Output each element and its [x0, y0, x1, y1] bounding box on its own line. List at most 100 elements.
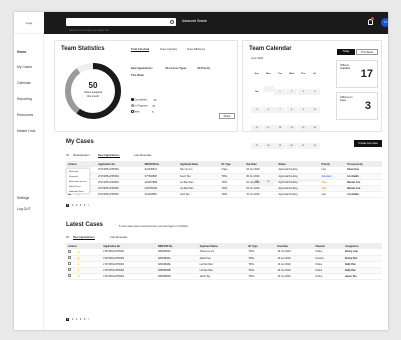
search-icon[interactable] — [170, 19, 174, 24]
page-link[interactable]: 1 — [66, 204, 70, 207]
page-link[interactable]: 2 — [72, 318, 73, 321]
table-row[interactable]: ⚡ LT9746HLLPP0081 S2123456C Jack Tan TDVL 15 … — [66, 191, 382, 198]
calendar-day[interactable]: 11 — [251, 125, 263, 131]
calendar-day[interactable]: 13 — [274, 125, 286, 131]
sidebar-item-reporting[interactable]: Reporting — [17, 97, 32, 101]
avatar[interactable]: LT — [381, 18, 388, 27]
sidebar-item-logout[interactable]: Log OUT — [17, 207, 31, 211]
calendar-day[interactable]: 22 — [309, 143, 321, 149]
today-button[interactable]: Today — [337, 49, 355, 55]
calendar-weekday: Tue — [274, 71, 286, 77]
page-link[interactable]: 3 — [76, 318, 77, 321]
calendar-day[interactable]: 8 — [286, 107, 298, 113]
calendar-day[interactable]: 20 — [286, 143, 298, 149]
search-input[interactable] — [66, 26, 176, 34]
calendar-day[interactable]: 21 — [297, 143, 309, 149]
tab-team-efficiency[interactable]: Team Efficiency — [187, 48, 205, 51]
page-link[interactable]: 3 — [76, 204, 77, 207]
tab-total-caseload[interactable]: Total Caseload — [131, 48, 150, 52]
calendar-day[interactable]: 2 — [286, 89, 298, 95]
latest-tab-all[interactable]: All — [66, 236, 69, 239]
calendar-month: June 2020 — [251, 57, 264, 60]
calendar-day[interactable]: 5 — [251, 107, 263, 113]
page-link[interactable]: 2 — [72, 204, 73, 207]
page-link[interactable]: > — [88, 204, 90, 207]
calendar-day[interactable]: 3 — [297, 89, 309, 95]
latest-tab-new-applications[interactable]: New Applications — [73, 236, 95, 240]
table-cell: TDVL — [246, 273, 276, 280]
tab-late-renewals[interactable]: Late Renewals — [134, 154, 151, 157]
lightning-icon[interactable]: ⚡ — [77, 251, 80, 254]
table-cell: Jaslin Tay — [197, 273, 247, 280]
row-checkbox[interactable] — [68, 249, 71, 253]
row-checkbox[interactable] — [68, 274, 71, 277]
table-row[interactable]: ⚡ LT9746HLLPP0081 S8686868D Jaslin Tay TDVL 1… — [66, 273, 382, 280]
calendar-day[interactable]: 7 — [274, 107, 286, 113]
sidebar-item-my-cases[interactable]: My Cases — [17, 65, 32, 69]
tab-team-capacity[interactable]: Team Capacity — [160, 48, 177, 51]
page-link[interactable]: 5 — [84, 318, 85, 321]
actions-menu-item[interactable]: Individual Docs — [69, 190, 87, 195]
sidebar-item-home[interactable]: Home — [17, 50, 26, 54]
officers-available-box: Officers available 17 — [336, 60, 378, 88]
filter-application-type[interactable]: New Applications — [131, 67, 153, 70]
lightning-icon[interactable]: ⚡ — [77, 269, 80, 272]
tab-redesignation[interactable]: Redesignation — [73, 154, 90, 157]
calendar-day[interactable]: 10 — [309, 107, 321, 113]
table-cell[interactable]: ⚡ — [66, 273, 102, 280]
calendar-day[interactable]: 4 — [309, 89, 321, 95]
table-cell: TDVL — [219, 191, 245, 198]
row-checkbox[interactable] — [68, 262, 71, 265]
this-week-button[interactable]: This Week — [356, 49, 378, 55]
app-frame: Logo Home My Cases Calendar Reporting Re… — [14, 12, 388, 330]
lightning-icon[interactable]: ⚡ — [77, 263, 80, 266]
lightning-icon[interactable]: ⚡ — [77, 275, 80, 278]
row-checkbox[interactable] — [68, 268, 71, 271]
table-cell: LT9746HLLPP0081 — [101, 273, 156, 280]
calendar-day[interactable]: 19 — [274, 143, 286, 149]
calendar-day[interactable]: 12 — [262, 125, 274, 131]
page-link[interactable]: 5 — [84, 204, 85, 207]
calendar-day[interactable]: 15 — [297, 125, 309, 131]
calendar-day[interactable]: 14 — [286, 125, 298, 131]
page-link[interactable]: 4 — [80, 204, 81, 207]
officers-available-value: 17 — [360, 68, 373, 80]
my-cases-pagination: 1 2 3 4 5 > — [66, 204, 92, 207]
calendar-day[interactable]: 6 — [262, 107, 274, 113]
search-bar[interactable] — [66, 18, 176, 34]
calendar-day[interactable]: 16 — [309, 125, 321, 131]
filter-license-type[interactable]: All License Types — [165, 67, 187, 70]
team-statistics-card: Team Statistics Total Caseload Team Capa… — [54, 40, 238, 132]
tab-all[interactable]: All — [66, 154, 69, 157]
table-cell: Lim Huilin — [345, 191, 382, 198]
filter-period[interactable]: This Week — [131, 74, 144, 77]
table-cell: Online — [313, 273, 343, 280]
officers-on-leave-value: 3 — [364, 100, 371, 112]
sidebar-item-resources[interactable]: Resources — [17, 113, 33, 117]
sidebar-item-calendar[interactable]: Calendar — [17, 81, 31, 85]
row-checkbox[interactable] — [68, 256, 71, 259]
sidebar-item-settings[interactable]: Settings — [17, 196, 29, 200]
top-bar: Advanced Search LT — [44, 12, 388, 34]
advanced-search-link[interactable]: Advanced Search — [182, 19, 207, 23]
calendar-day[interactable]: 1 — [274, 89, 286, 95]
calendar-day — [262, 85, 274, 92]
filter-priority[interactable]: All Priority — [197, 67, 210, 70]
sidebar-item-master-lists[interactable]: Master Lists — [17, 129, 35, 133]
share-button[interactable]: Share — [219, 113, 235, 119]
latest-cases-pagination: 1 2 3 4 5 > — [66, 318, 92, 321]
calendar-day[interactable]: 9 — [297, 107, 309, 113]
create-new-case-button[interactable]: Create new case — [354, 140, 382, 147]
calendar-day[interactable]: 17 — [251, 143, 263, 149]
latest-tab-late-renewals[interactable]: Late Renewals — [110, 236, 127, 239]
page-link[interactable]: 1 — [66, 318, 70, 321]
donut-sublabel: this month — [87, 94, 99, 98]
legend-label-in-progress: In Progress — [134, 104, 148, 108]
page-link[interactable]: 4 — [80, 318, 81, 321]
table-cell: Jason Tan — [342, 273, 382, 280]
page-link[interactable]: > — [88, 318, 90, 321]
tab-new-applications[interactable]: New Applications — [98, 154, 120, 158]
team-calendar-title: Team Calendar — [249, 46, 292, 52]
calendar-day[interactable]: 18 — [262, 143, 274, 149]
lightning-icon[interactable]: ⚡ — [77, 257, 80, 260]
